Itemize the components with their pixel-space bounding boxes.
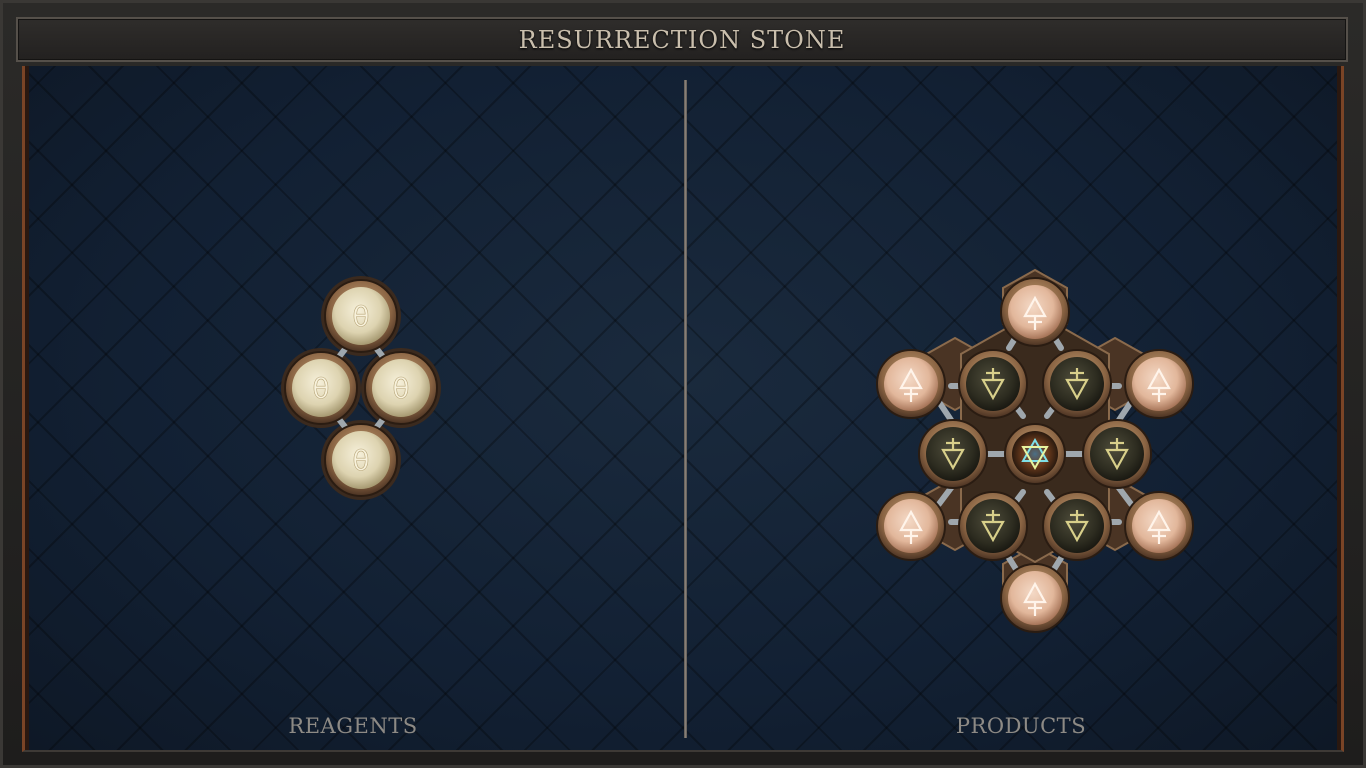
products-label: PRODUCTS: [955, 714, 1087, 738]
reagent-node[interactable]: θ: [364, 351, 438, 425]
product-outer-node[interactable]: [876, 349, 946, 419]
reagent-node[interactable]: θ: [284, 351, 358, 425]
theta-icon: θ: [392, 372, 409, 405]
window-title: RESURRECTION STONE: [518, 25, 846, 54]
theta-icon: θ: [312, 372, 329, 405]
reagent-node[interactable]: θ: [324, 279, 398, 353]
product-inner-node[interactable]: [1042, 349, 1112, 419]
product-inner-node[interactable]: [958, 491, 1028, 561]
title-bar: RESURRECTION STONE: [16, 17, 1348, 62]
product-inner-node[interactable]: [1082, 419, 1152, 489]
product-outer-node[interactable]: [1124, 491, 1194, 561]
product-inner-node[interactable]: [958, 349, 1028, 419]
crafting-panel: θ θ θ θ REAGENTS PRODUCTS: [22, 66, 1344, 752]
product-outer-node[interactable]: [876, 491, 946, 561]
product-inner-node[interactable]: [918, 419, 988, 489]
product-outer-node[interactable]: [1124, 349, 1194, 419]
panel-divider: [684, 80, 687, 738]
product-center-node[interactable]: [1004, 423, 1066, 485]
reagents-lattice: θ θ θ θ: [281, 276, 441, 500]
product-inner-node[interactable]: [1042, 491, 1112, 561]
product-outer-node[interactable]: [1000, 277, 1070, 347]
reagents-label: REAGENTS: [288, 714, 418, 738]
theta-icon: θ: [352, 444, 369, 477]
theta-icon: θ: [352, 300, 369, 333]
products-lattice: [876, 268, 1194, 633]
product-outer-node[interactable]: [1000, 563, 1070, 633]
reagent-node[interactable]: θ: [324, 423, 398, 497]
